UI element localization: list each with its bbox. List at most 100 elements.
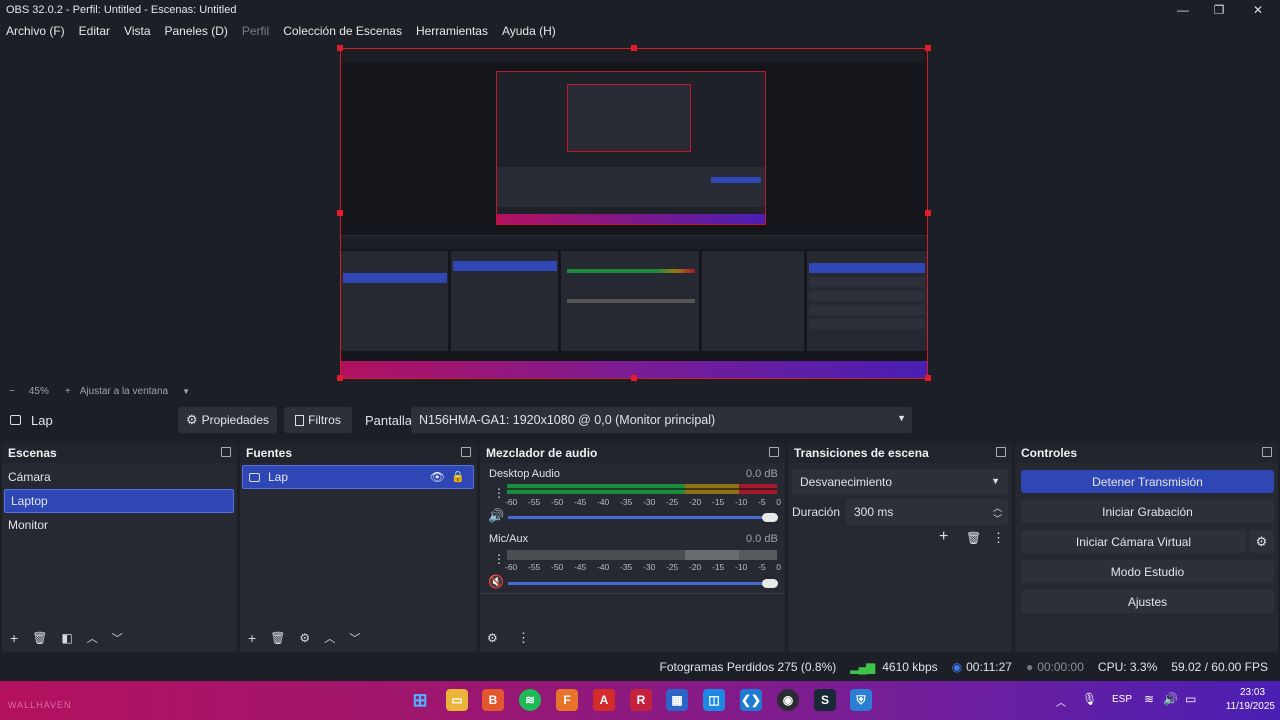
- settings-button[interactable]: Ajustes: [1021, 590, 1274, 613]
- spotify-icon[interactable]: ≋: [519, 689, 541, 711]
- current-source-name: Lap: [31, 413, 53, 428]
- language-indicator[interactable]: ESP: [1112, 694, 1132, 705]
- resize-handle-ml[interactable]: [337, 210, 343, 216]
- lock-icon[interactable]: 🔒: [451, 470, 465, 483]
- start-recording-button[interactable]: Iniciar Grabación: [1021, 500, 1274, 523]
- kebab-menu-icon[interactable]: ⋮: [992, 530, 1005, 546]
- start-virtual-camera-button[interactable]: Iniciar Cámara Virtual: [1021, 530, 1246, 553]
- trash-icon[interactable]: 🗑: [270, 631, 285, 645]
- kebab-menu-icon[interactable]: ⋮: [493, 486, 505, 500]
- battery-icon[interactable]: ▭: [1185, 692, 1196, 706]
- brave-browser-icon[interactable]: B: [482, 689, 504, 711]
- resize-handle-tr[interactable]: [925, 45, 931, 51]
- menu-editar[interactable]: Editar: [79, 24, 110, 38]
- display-select[interactable]: N156HMA-GA1: 1920x1080 @ 0,0 (Monitor pr…: [411, 407, 912, 433]
- resize-handle-bl[interactable]: [337, 375, 343, 381]
- chevron-down-icon[interactable]: ﹀: [112, 630, 123, 646]
- scene-item[interactable]: Monitor: [2, 513, 237, 537]
- chevron-down-icon[interactable]: ﹀: [349, 630, 360, 646]
- resize-handle-mr[interactable]: [925, 210, 931, 216]
- add-icon[interactable]: +: [939, 528, 948, 546]
- volume-slider[interactable]: [508, 516, 770, 519]
- vscode-icon[interactable]: ❮❯: [740, 689, 762, 711]
- wifi-icon[interactable]: ≋: [1144, 692, 1154, 706]
- volume-icon[interactable]: 🔊: [1163, 692, 1178, 706]
- maximize-button[interactable]: ❐: [1199, 0, 1239, 20]
- duration-spinbox[interactable]: 300 ms ︿ ﹀: [846, 499, 1008, 525]
- speaker-icon[interactable]: 🔊: [488, 508, 504, 524]
- windows-start-icon[interactable]: ⊞: [409, 689, 431, 711]
- minimize-button[interactable]: —: [1163, 0, 1203, 20]
- source-toolbar: Lap ⚙ Propiedades Filtros Pantalla N156HM…: [0, 405, 1280, 437]
- menu-paneles[interactable]: Paneles (D): [165, 24, 228, 38]
- revit-icon[interactable]: R: [630, 689, 652, 711]
- steam-icon[interactable]: S: [814, 689, 836, 711]
- resize-handle-br[interactable]: [925, 375, 931, 381]
- calculator-icon[interactable]: ▦: [666, 689, 688, 711]
- volume-slider-knob[interactable]: [762, 579, 778, 588]
- muted-mic-icon[interactable]: 🔇: [488, 574, 504, 590]
- undock-icon[interactable]: [769, 447, 779, 457]
- controls-title: Controles: [1015, 443, 1278, 463]
- stop-stream-button[interactable]: Detener Transmisión: [1021, 470, 1274, 493]
- undock-icon[interactable]: [996, 447, 1006, 457]
- resize-handle-bc[interactable]: [631, 375, 637, 381]
- filter-icon[interactable]: ◧: [61, 631, 72, 645]
- autocad-icon[interactable]: A: [593, 689, 615, 711]
- menu-perfil[interactable]: Perfil: [242, 24, 269, 38]
- kebab-menu-icon[interactable]: ⋮: [493, 552, 505, 566]
- studio-mode-button[interactable]: Modo Estudio: [1021, 560, 1274, 583]
- filters-button[interactable]: Filtros: [284, 407, 352, 433]
- snipping-tool-icon[interactable]: ◫: [703, 689, 725, 711]
- gear-icon: ⚙: [185, 412, 198, 427]
- add-icon[interactable]: +: [248, 630, 256, 646]
- source-item[interactable]: Lap 👁 🔒: [242, 465, 474, 489]
- trash-icon[interactable]: 🗑: [32, 631, 47, 645]
- obs-icon[interactable]: ◉: [777, 689, 799, 711]
- mixer-settings-icon[interactable]: ⚙: [487, 631, 498, 645]
- menu-archivo[interactable]: Archivo (F): [6, 24, 65, 38]
- properties-button[interactable]: ⚙ Propiedades: [178, 407, 277, 433]
- eye-icon[interactable]: 👁: [430, 470, 445, 484]
- status-bar: Fotogramas Perdidos 275 (0.8%) ▂▄▆ 4610 …: [0, 656, 1280, 678]
- file-explorer-icon[interactable]: ▭: [446, 689, 468, 711]
- zoom-dropdown-icon[interactable]: ▼: [182, 387, 190, 396]
- scene-item-selected[interactable]: Laptop: [4, 489, 234, 513]
- clock-time[interactable]: 23:03: [1240, 687, 1265, 698]
- menu-vista[interactable]: Vista: [124, 24, 150, 38]
- rocket-league-icon[interactable]: ⛨: [850, 689, 872, 711]
- zoom-out-button[interactable]: −: [9, 386, 15, 397]
- zoom-fit-label[interactable]: Ajustar a la ventana: [80, 386, 168, 397]
- volume-slider-knob[interactable]: [762, 513, 778, 522]
- chevron-down-icon[interactable]: ﹀: [993, 512, 1002, 525]
- undock-icon[interactable]: [1262, 447, 1272, 457]
- menu-ayuda[interactable]: Ayuda (H): [502, 24, 556, 38]
- resize-handle-tl[interactable]: [337, 45, 343, 51]
- fl-studio-icon[interactable]: F: [556, 689, 578, 711]
- volume-slider[interactable]: [508, 582, 770, 585]
- add-icon[interactable]: +: [10, 630, 18, 646]
- microphone-icon[interactable]: 🎙: [1082, 692, 1097, 706]
- undock-icon[interactable]: [221, 447, 231, 457]
- virtual-camera-settings-icon[interactable]: ⚙: [1249, 530, 1274, 553]
- menu-coleccion-escenas[interactable]: Colección de Escenas: [283, 24, 402, 38]
- trash-icon[interactable]: 🗑: [966, 531, 981, 545]
- chevron-up-icon[interactable]: ︿: [324, 630, 335, 646]
- resize-handle-tc[interactable]: [631, 45, 637, 51]
- undock-icon[interactable]: [461, 447, 471, 457]
- transition-select[interactable]: Desvanecimiento ▼: [792, 469, 1008, 495]
- wallpaper-watermark: WALLHAVEN: [8, 700, 72, 710]
- preview-canvas[interactable]: [340, 48, 928, 379]
- menu-herramientas[interactable]: Herramientas: [416, 24, 488, 38]
- gear-icon[interactable]: ⚙: [299, 631, 310, 645]
- zoom-in-button[interactable]: +: [65, 386, 71, 397]
- channel-db: 0.0 dB: [746, 468, 778, 480]
- clock-date[interactable]: 11/19/2025: [1213, 701, 1275, 712]
- chevron-up-icon[interactable]: ︿: [87, 630, 98, 646]
- sources-dock: Fuentes Lap 👁 🔒 + 🗑 ⚙ ︿ ﹀: [240, 443, 477, 652]
- kebab-menu-icon[interactable]: ⋮: [517, 630, 530, 646]
- close-button[interactable]: ✕: [1238, 0, 1278, 20]
- display-source-icon: [249, 472, 260, 482]
- scene-item[interactable]: Cámara: [2, 465, 237, 489]
- chevron-up-icon[interactable]: ︿: [1056, 694, 1066, 709]
